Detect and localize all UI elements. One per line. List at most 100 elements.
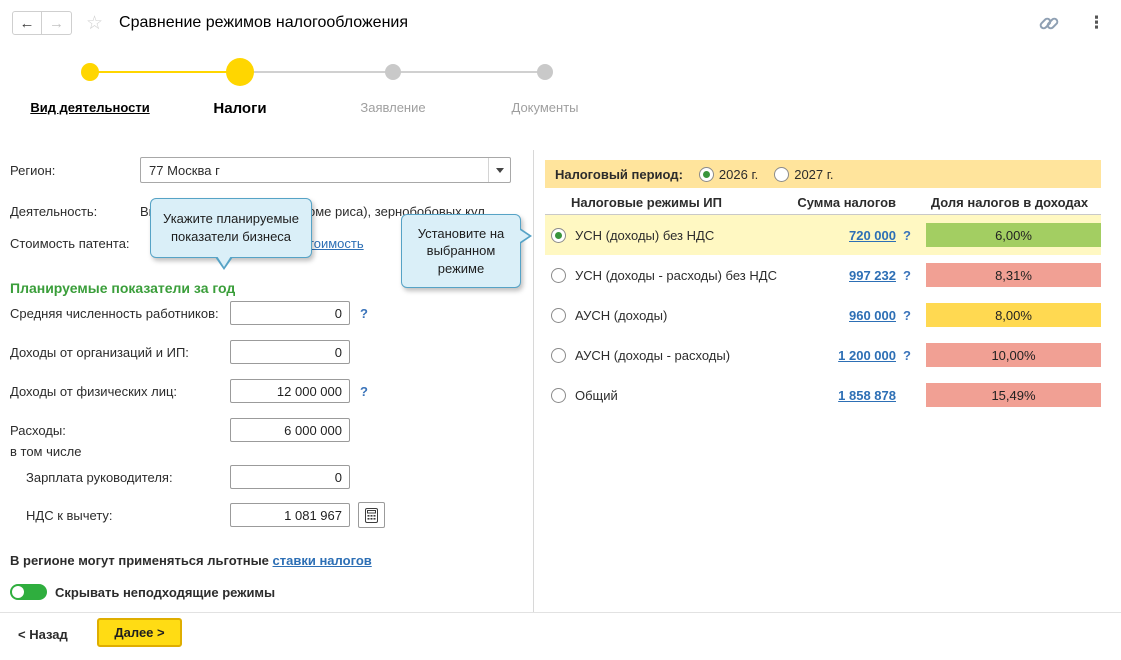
- step-label-application: Заявление: [360, 100, 426, 115]
- step-label-documents: Документы: [511, 100, 579, 115]
- regime-name: Общий: [575, 387, 618, 403]
- tax-sum-link[interactable]: 1 200 000: [791, 348, 896, 363]
- nav-history-buttons: ← →: [12, 11, 72, 35]
- radio-icon: [698, 166, 714, 182]
- forward-button[interactable]: →: [42, 11, 72, 35]
- step-dot-application: [385, 64, 401, 80]
- wizard-back-button[interactable]: < Назад: [18, 621, 68, 647]
- individuals-income-row: Доходы от физических лиц: ?: [10, 378, 368, 404]
- vat-deduction-input[interactable]: [230, 503, 350, 527]
- stepper-line-done: [90, 71, 240, 73]
- regimes-table-header: Налоговые режимы ИП Сумма налогов Доля н…: [545, 190, 1101, 215]
- top-bar: ← → ☆ Сравнение режимов налогообложения …: [0, 0, 1121, 46]
- planned-indicators-section-title: Планируемые показатели за год: [10, 280, 236, 296]
- avg-employees-row: Средняя численность работников: ?: [10, 300, 368, 326]
- tax-period-bar: Налоговый период: 2026 г. 2027 г.: [545, 160, 1101, 188]
- activity-label: Деятельность:: [10, 203, 98, 219]
- tax-regime-row[interactable]: Общий 1 858 878 15,49%: [545, 375, 1101, 415]
- favorite-star-icon[interactable]: ☆: [86, 12, 103, 35]
- calculator-icon: [365, 507, 378, 523]
- tooltip-planned-indicators: Укажите планируемые показатели бизнеса: [150, 198, 312, 270]
- director-salary-label: Зарплата руководителя:: [26, 469, 173, 485]
- tax-regime-radio[interactable]: [551, 227, 566, 243]
- step-label-taxes: Налоги: [213, 100, 267, 117]
- tooltip-pointer-icon: [520, 230, 529, 242]
- page-title: Сравнение режимов налогообложения: [119, 14, 408, 31]
- help-icon[interactable]: ?: [896, 308, 918, 323]
- individuals-income-label: Доходы от физических лиц:: [10, 383, 178, 399]
- wizard-next-button[interactable]: Далее >: [97, 618, 182, 647]
- tax-regime-row[interactable]: АУСН (доходы - расходы) 1 200 000 ? 10,0…: [545, 335, 1101, 375]
- help-icon[interactable]: ?: [360, 384, 368, 399]
- footer-separator: [0, 612, 1121, 613]
- patent-cost-label: Стоимость патента:: [10, 235, 130, 251]
- benefit-rates-notice: В регионе могут применяться льготные ста…: [10, 553, 372, 568]
- back-arrow-icon: ←: [19, 14, 35, 32]
- help-icon[interactable]: ?: [896, 348, 918, 363]
- tax-share-badge: 6,00%: [926, 223, 1101, 247]
- back-button[interactable]: ←: [12, 11, 42, 35]
- director-salary-row: Зарплата руководителя:: [10, 464, 350, 490]
- step-label-activity[interactable]: Вид деятельности: [30, 100, 149, 115]
- tax-regime-radio[interactable]: [551, 387, 566, 403]
- panel-divider: [533, 150, 534, 612]
- step-dot-taxes: [226, 58, 254, 86]
- regime-name: УСН (доходы) без НДС: [575, 227, 715, 243]
- period-2027-label: 2027 г.: [794, 166, 834, 182]
- tax-regime-row[interactable]: УСН (доходы - расходы) без НДС 997 232 ?…: [545, 255, 1101, 295]
- forward-arrow-icon: →: [49, 14, 64, 32]
- column-header-regimes: Налоговые режимы ИП: [571, 194, 722, 210]
- expenses-label: Расходы:: [10, 422, 66, 438]
- hide-unsuitable-toggle[interactable]: [10, 584, 47, 600]
- tax-sum-link[interactable]: 960 000: [791, 308, 896, 323]
- org-income-label: Доходы от организаций и ИП:: [10, 344, 189, 360]
- tooltip-select-regime-text: Установите на выбранном режиме: [417, 225, 505, 276]
- tax-sum-link[interactable]: 1 858 878: [791, 388, 896, 403]
- stepper-line: [393, 71, 545, 73]
- menu-dots-icon[interactable]: ⋮: [1084, 13, 1109, 33]
- tooltip-planned-indicators-text: Укажите планируемые показатели бизнеса: [163, 211, 299, 244]
- tax-regime-radio[interactable]: [551, 267, 566, 283]
- vat-deduction-label: НДС к вычету:: [26, 507, 113, 523]
- avg-employees-input[interactable]: [230, 301, 350, 325]
- tax-regime-row[interactable]: УСН (доходы) без НДС 720 000 ? 6,00%: [545, 215, 1101, 255]
- step-dot-activity[interactable]: [81, 63, 99, 81]
- individuals-income-input[interactable]: [230, 379, 350, 403]
- tax-regime-row[interactable]: АУСН (доходы) 960 000 ? 8,00%: [545, 295, 1101, 335]
- tooltip-select-regime: Установите на выбранном режиме: [401, 214, 532, 288]
- dropdown-arrow-icon[interactable]: [488, 158, 510, 182]
- region-row: Регион: 77 Москва г: [10, 157, 511, 183]
- region-select[interactable]: 77 Москва г: [140, 157, 511, 183]
- expenses-row: Расходы:: [10, 417, 350, 443]
- help-icon[interactable]: ?: [360, 306, 368, 321]
- tax-period-label: Налоговый период:: [555, 166, 683, 182]
- hide-unsuitable-label: Скрывать неподходящие режимы: [55, 584, 276, 600]
- tax-regime-radio[interactable]: [551, 307, 566, 323]
- link-icon[interactable]: [1038, 12, 1060, 34]
- tooltip-pointer-icon: [217, 256, 231, 267]
- app-window: ← → ☆ Сравнение режимов налогообложения …: [0, 0, 1121, 660]
- period-2027-radio[interactable]: 2027 г.: [774, 166, 834, 182]
- column-header-tax-share: Доля налогов в доходах: [930, 194, 1089, 210]
- regime-name: АУСН (доходы - расходы): [575, 347, 731, 363]
- region-value: 77 Москва г: [149, 162, 220, 178]
- tax-rates-link[interactable]: ставки налогов: [273, 553, 372, 568]
- tax-sum-link[interactable]: 997 232: [791, 268, 896, 283]
- tax-share-badge: 10,00%: [926, 343, 1101, 367]
- stepper-line: [240, 71, 393, 73]
- director-salary-input[interactable]: [230, 465, 350, 489]
- help-icon[interactable]: ?: [896, 268, 918, 283]
- org-income-input[interactable]: [230, 340, 350, 364]
- avg-employees-label: Средняя численность работников:: [10, 305, 219, 321]
- org-income-row: Доходы от организаций и ИП:: [10, 339, 350, 365]
- calculator-button[interactable]: [358, 502, 385, 528]
- tax-regime-radio[interactable]: [551, 347, 566, 363]
- period-2026-radio[interactable]: 2026 г.: [698, 166, 759, 182]
- period-2026-label: 2026 г.: [718, 166, 759, 182]
- region-label: Регион:: [10, 162, 56, 178]
- help-icon[interactable]: ?: [896, 228, 918, 243]
- expenses-input[interactable]: [230, 418, 350, 442]
- step-dot-documents: [537, 64, 553, 80]
- tax-sum-link[interactable]: 720 000: [791, 228, 896, 243]
- toggle-knob: [12, 586, 24, 598]
